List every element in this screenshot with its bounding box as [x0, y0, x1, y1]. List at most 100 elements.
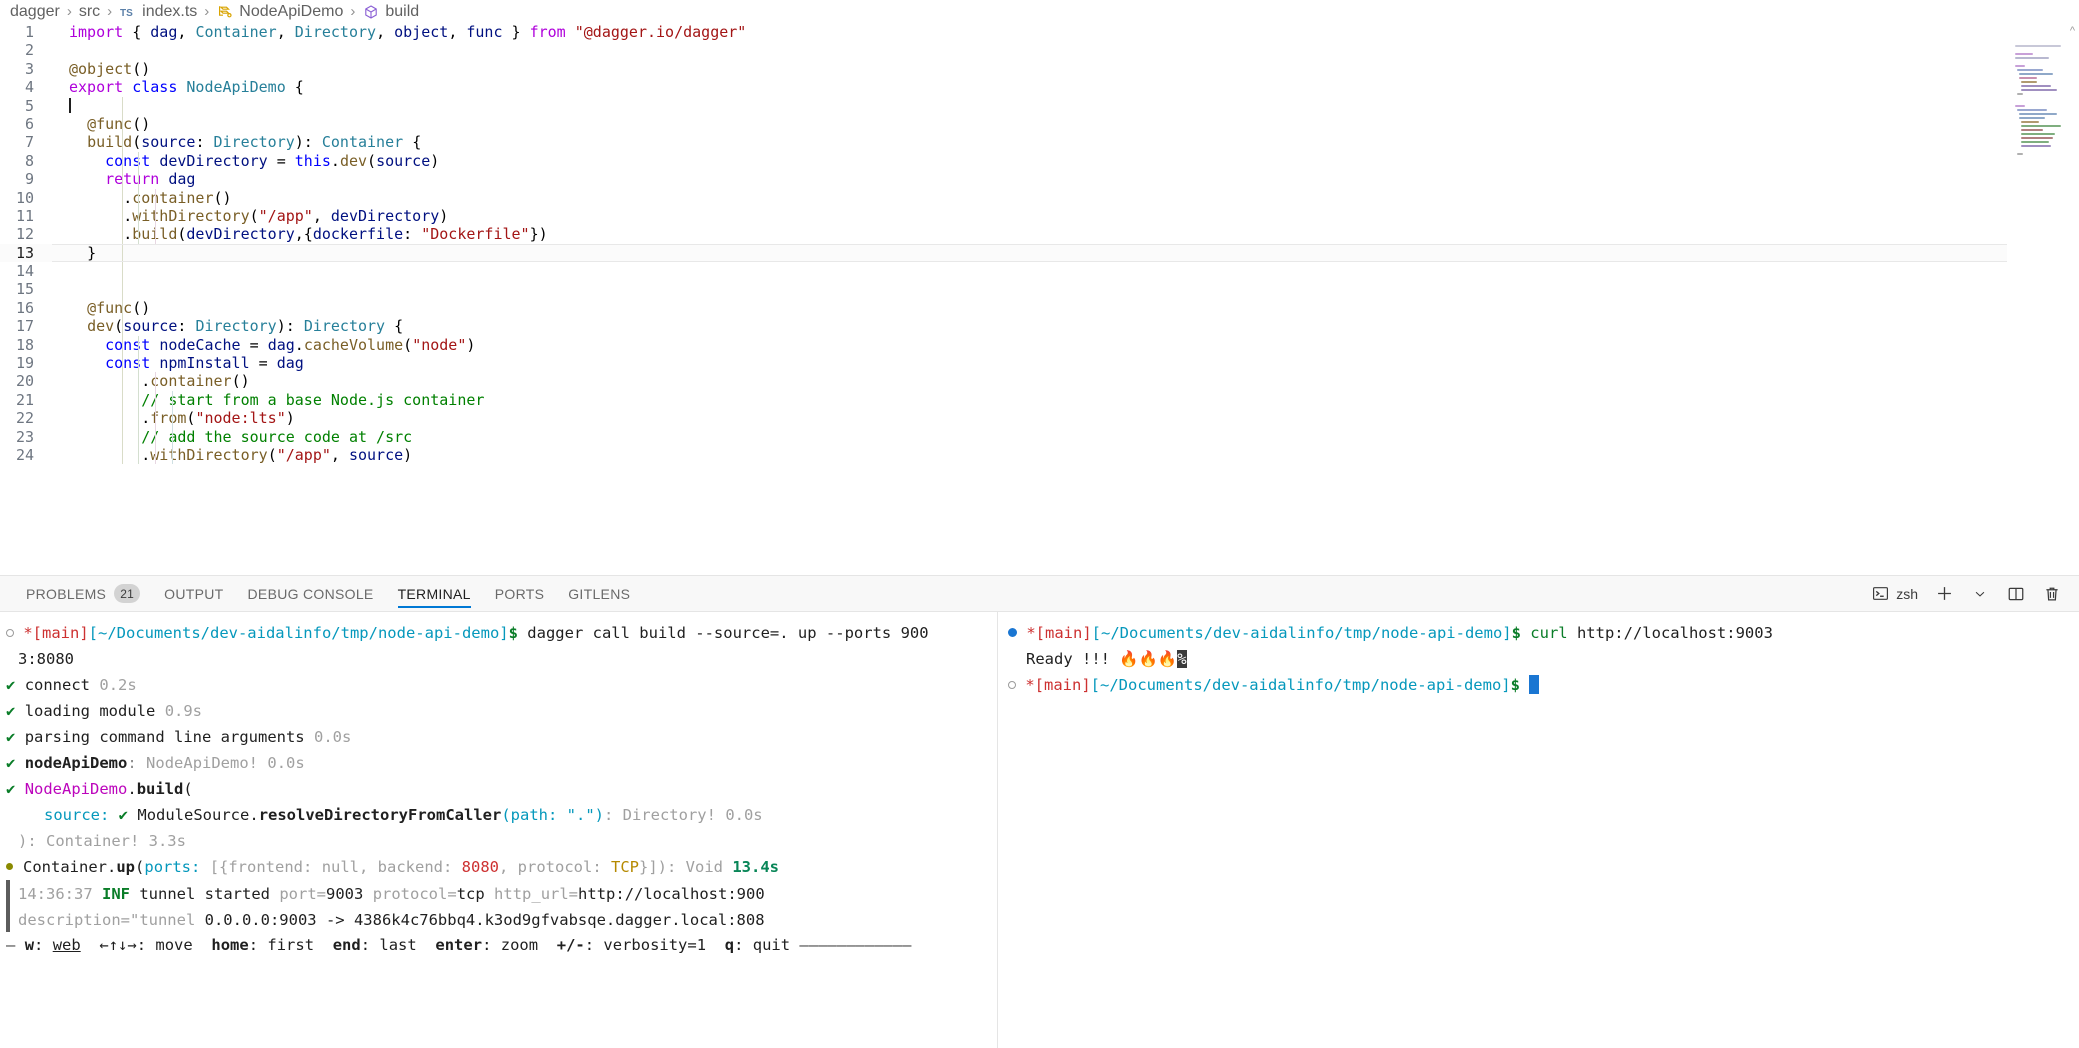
split-terminal-button[interactable] — [2001, 581, 2031, 607]
new-terminal-button[interactable] — [1929, 581, 1959, 607]
code-line-current[interactable]: 13 } — [0, 243, 2079, 263]
tab-gitlens[interactable]: GITLENS — [556, 576, 642, 612]
cwd-path: [~/Documents/dev-aidalinfo/tmp/node-api-… — [1091, 624, 1512, 642]
code-line[interactable]: 4 export class NodeApiDemo { — [0, 78, 2079, 96]
code-line[interactable]: 21 // start from a base Node.js containe… — [0, 390, 2079, 410]
line-content — [52, 280, 2079, 299]
tab-problems[interactable]: PROBLEMS 21 — [14, 576, 152, 612]
code-line[interactable]: 20 .container() — [0, 372, 2079, 391]
terminal-status-bar[interactable]: — w: web ←↑↓→: move home: first end: las… — [0, 932, 997, 958]
terminal-command-arg: http://localhost:9003 — [1567, 624, 1773, 642]
check-icon: ✔ — [118, 806, 129, 824]
code-line[interactable]: 7 build(source: Directory): Container { — [0, 133, 2079, 152]
action-web[interactable]: web — [53, 936, 81, 954]
open-paren: ( — [135, 858, 145, 876]
code-lines-container[interactable]: 1 import { dag, Container, Directory, ob… — [0, 23, 2079, 575]
tab-label: PORTS — [494, 585, 545, 602]
breadcrumb-item-index-ts[interactable]: TS index.ts — [117, 3, 199, 21]
code-line[interactable]: 23 // add the source code at /src — [0, 427, 2079, 446]
code-line[interactable]: 8 const devDirectory = this.dev(source) — [0, 151, 2079, 171]
text-caret — [69, 97, 71, 113]
check-icon: ✔ — [6, 780, 16, 798]
line-number: 2 — [24, 41, 34, 60]
arg-return: : Directory! — [603, 806, 716, 824]
command-status-bullet — [1008, 628, 1017, 637]
kill-terminal-button[interactable] — [2037, 581, 2067, 607]
breadcrumb-label: NodeApiDemo — [239, 2, 344, 20]
command-status-bullet — [6, 629, 14, 637]
line-content — [52, 262, 2079, 281]
line-number: 6 — [24, 114, 34, 133]
tunnel-mapping: 0.0.0.0:9003 -> 4386k4c76bbq4.k3od9gfvab… — [204, 911, 765, 929]
breadcrumb-item-src[interactable]: src — [77, 3, 102, 21]
protocol-value: tcp — [456, 885, 485, 903]
code-editor[interactable]: 1 import { dag, Container, Directory, ob… — [0, 23, 2079, 575]
code-line[interactable]: 24 .withDirectory("/app", source) — [0, 445, 2079, 465]
arg-name: source: — [44, 806, 110, 824]
code-line[interactable]: 10 .container() — [0, 188, 2079, 207]
line-number: 12 — [15, 225, 34, 244]
log-level: INF — [102, 885, 130, 903]
terminal-line-tunnel: 14:36:37 INF tunnel started port=9003 pr… — [0, 880, 997, 906]
terminal-line-arg: source: ✔ ModuleSource.resolveDirectoryF… — [0, 802, 997, 828]
code-line[interactable]: 18 const nodeCache = dag.cacheVolume("no… — [0, 335, 2079, 355]
code-line[interactable]: 14 — [0, 262, 2079, 281]
terminal-line-step: ✔ parsing command line arguments 0.0s — [0, 724, 997, 750]
module-type: NodeApiDemo! — [146, 754, 259, 772]
terminal-profile-dropdown[interactable] — [1965, 581, 1995, 607]
line-content: .withDirectory("/app", devDirectory) — [122, 206, 449, 226]
action-last: last — [379, 936, 417, 954]
code-line[interactable]: 1 import { dag, Container, Directory, ob… — [0, 23, 2079, 41]
line-number: 14 — [15, 262, 34, 281]
terminal-command: dagger call build --source=. up --ports … — [527, 624, 929, 642]
log-message: tunnel started — [139, 885, 270, 903]
line-number: 3 — [24, 59, 34, 78]
active-shell-selector[interactable]: zsh — [1865, 581, 1923, 607]
key-enter: enter — [435, 936, 483, 954]
code-line[interactable]: 15 — [0, 280, 2079, 299]
up-duration: 13.4s — [732, 858, 779, 876]
line-number: 21 — [15, 390, 34, 409]
typescript-file-icon: TS — [119, 3, 137, 21]
code-line[interactable]: 6 @func() — [0, 114, 2079, 134]
code-line[interactable]: 5 — [0, 96, 2079, 115]
terminal-body[interactable]: *[main][~/Documents/dev-aidalinfo/tmp/no… — [0, 612, 2079, 1048]
call-close-text: ): Container! 3.3s — [18, 832, 186, 850]
terminal-pane-right[interactable]: *[main][~/Documents/dev-aidalinfo/tmp/no… — [998, 612, 2079, 1048]
code-line[interactable]: 17 dev(source: Directory): Directory { — [0, 317, 2079, 336]
key-home: home — [211, 936, 249, 954]
code-line[interactable]: 9 return dag — [0, 170, 2079, 189]
line-content: .build(devDirectory,{dockerfile: "Docker… — [122, 225, 548, 244]
tab-terminal[interactable]: TERMINAL — [386, 576, 483, 612]
line-content: .withDirectory("/app", source) — [52, 445, 2079, 465]
line-number: 20 — [15, 372, 34, 391]
line-number: 16 — [15, 298, 34, 317]
tab-debug-console[interactable]: DEBUG CONSOLE — [236, 576, 386, 612]
svg-text:TS: TS — [120, 8, 133, 19]
breadcrumb-separator: › — [107, 3, 113, 20]
step-duration: 0.0s — [314, 728, 352, 746]
tab-output[interactable]: OUTPUT — [152, 576, 235, 612]
check-icon: ✔ — [6, 728, 16, 746]
code-line[interactable]: 19 const npmInstall = dag — [0, 354, 2079, 373]
breadcrumb-item-dagger[interactable]: dagger — [8, 3, 62, 21]
line-number: 23 — [15, 427, 34, 446]
step-duration: 0.0s — [267, 754, 305, 772]
code-line[interactable]: 11 .withDirectory("/app", devDirectory) — [0, 206, 2079, 226]
code-line[interactable]: 22 .from("node:lts") — [0, 409, 2079, 428]
tab-label: TERMINAL — [397, 585, 471, 602]
code-line[interactable]: 12 .build(devDirectory,{dockerfile: "Doc… — [0, 225, 2079, 259]
tab-ports[interactable]: PORTS — [483, 576, 556, 612]
breadcrumb[interactable]: dagger › src › TS index.ts › NodeApiDemo — [0, 0, 2079, 23]
panel-tab-bar[interactable]: PROBLEMS 21 OUTPUT DEBUG CONSOLE TERMINA… — [0, 576, 2079, 612]
code-line[interactable]: 2 — [0, 41, 2079, 59]
close-paren: }]): — [638, 858, 686, 876]
breadcrumb-item-nodeapidemo[interactable]: NodeApiDemo — [214, 3, 345, 21]
line-number: 10 — [15, 188, 34, 207]
breadcrumb-item-build[interactable]: build — [360, 3, 421, 21]
line-content: build(source: Directory): Container { — [87, 133, 422, 152]
code-line[interactable]: 16 @func() — [0, 298, 2079, 318]
editor-minimap[interactable]: ^ — [2007, 23, 2079, 575]
code-line[interactable]: 3 @object() — [0, 60, 2079, 78]
terminal-pane-left[interactable]: *[main][~/Documents/dev-aidalinfo/tmp/no… — [0, 612, 997, 1048]
